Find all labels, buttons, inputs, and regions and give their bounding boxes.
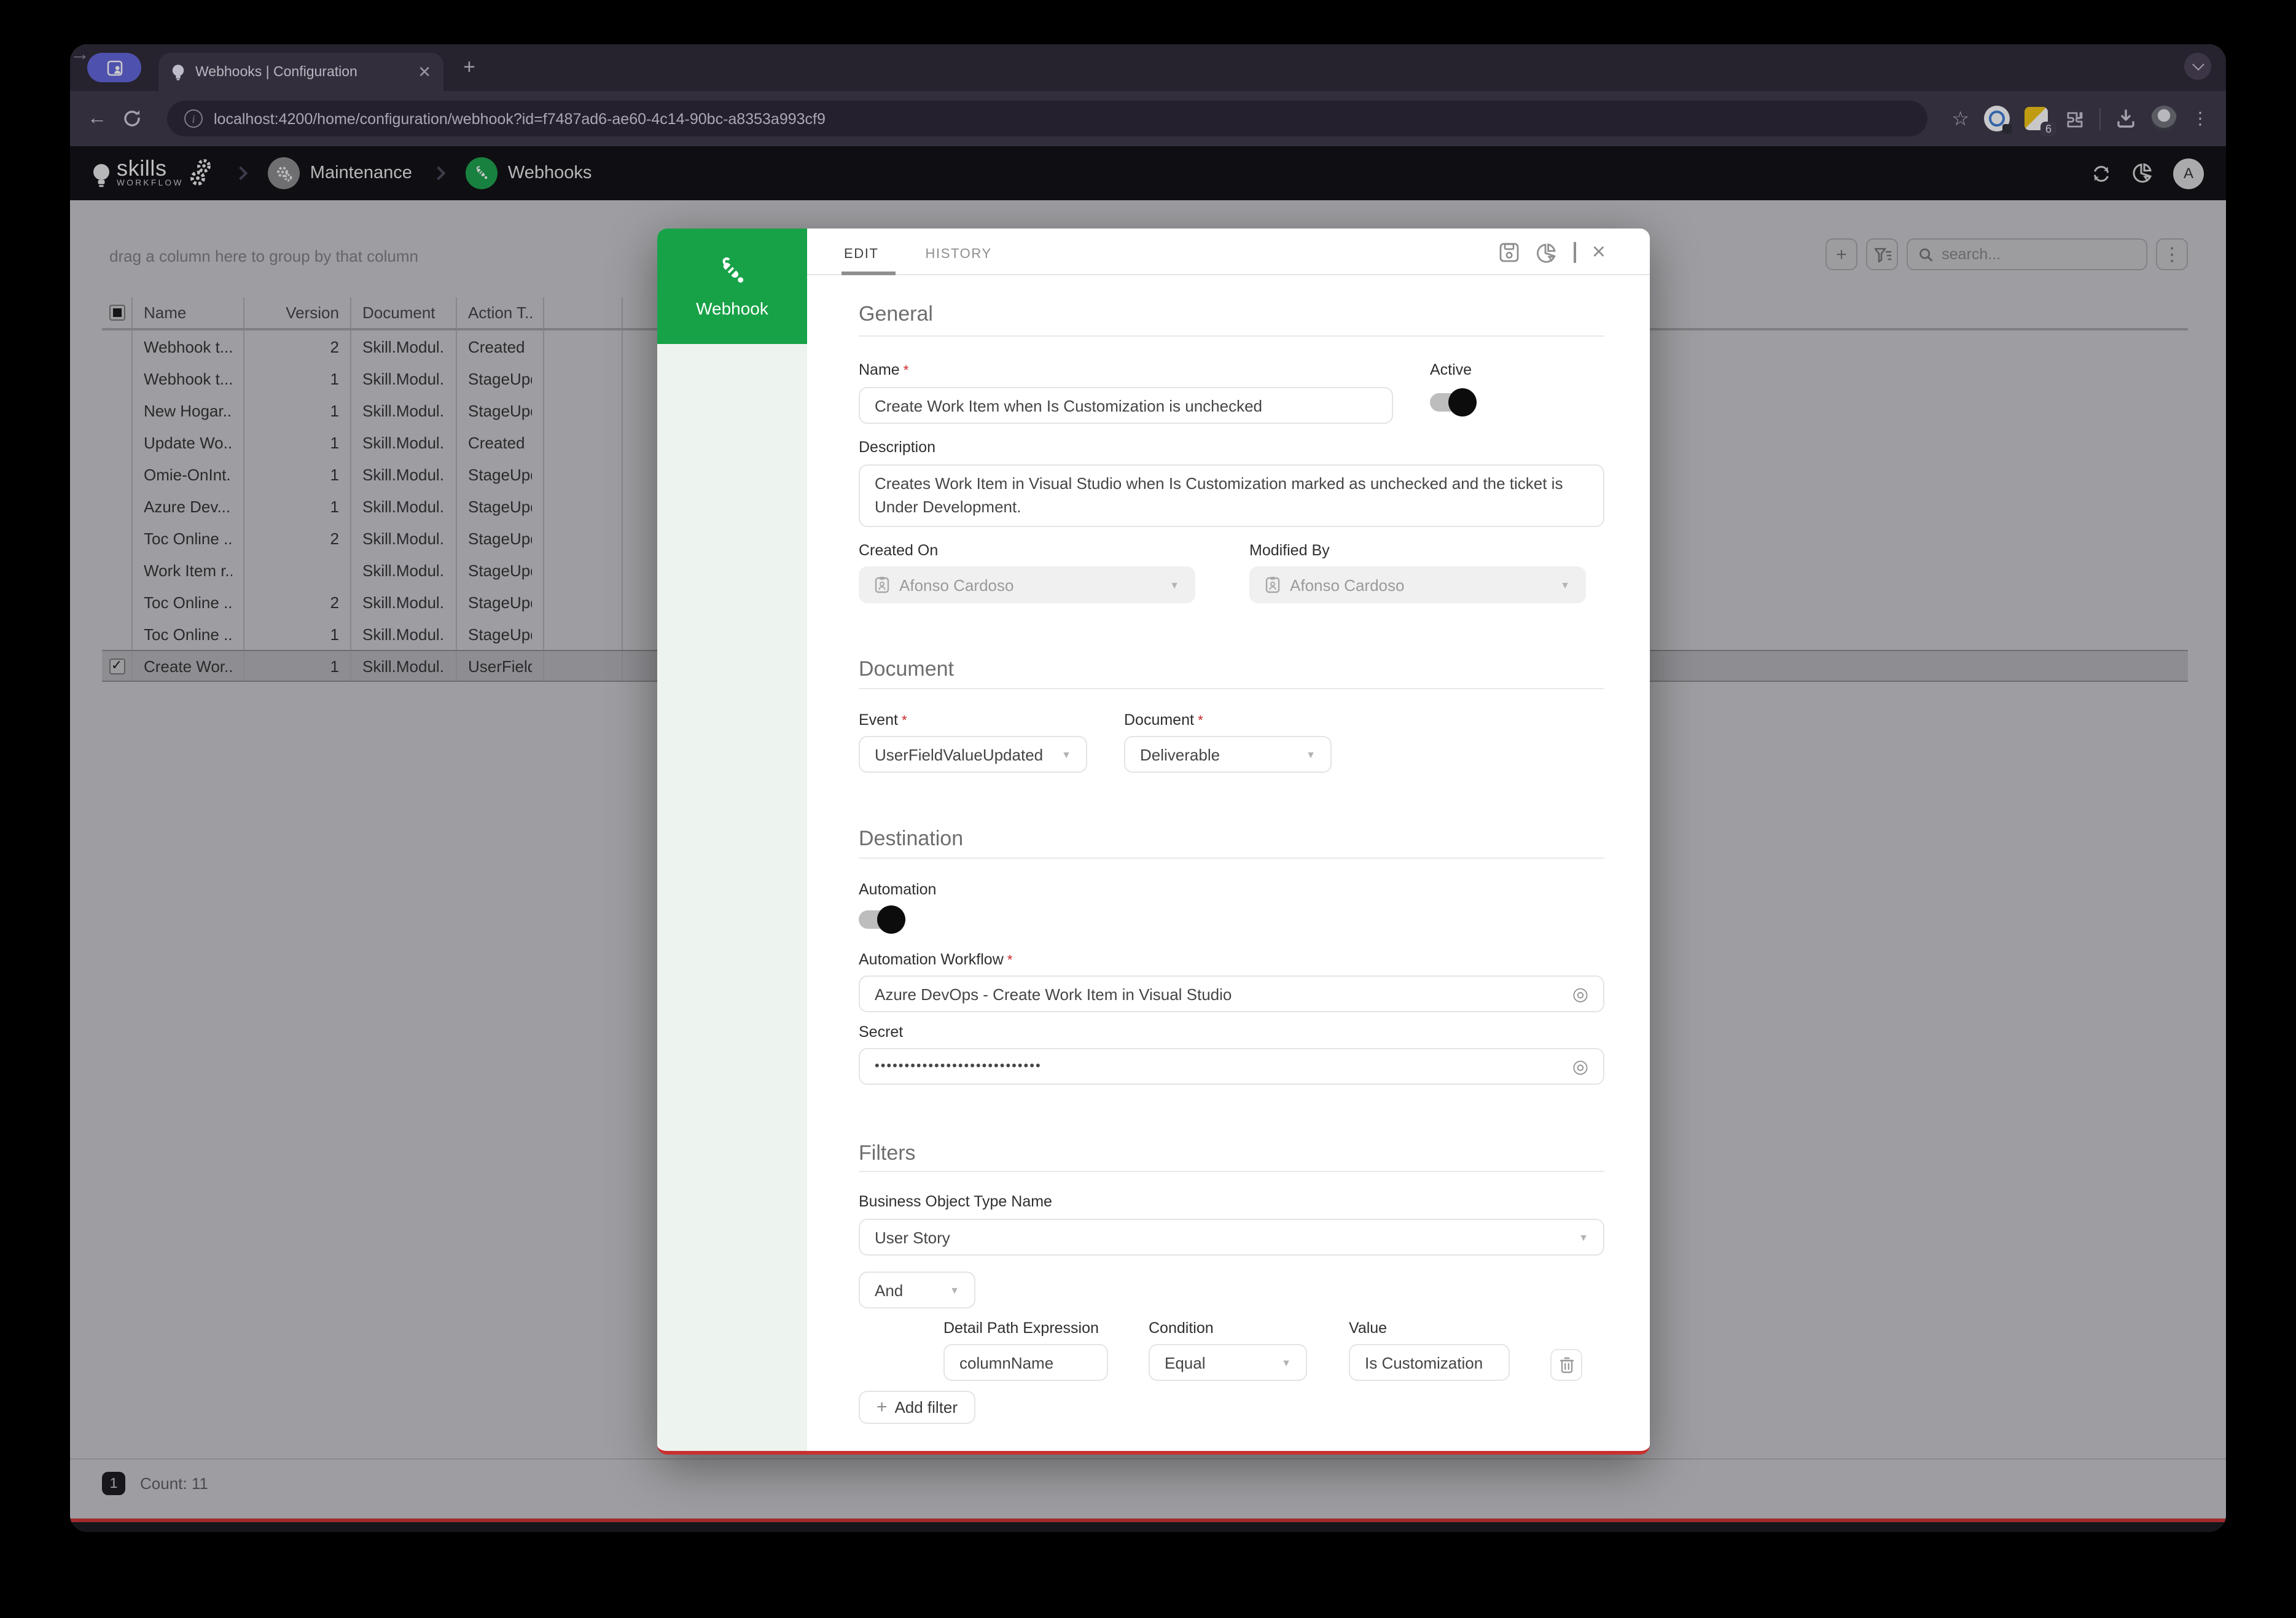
chevron-down-icon: ▼	[1560, 579, 1570, 590]
secret-label: Secret	[859, 1023, 1604, 1041]
person-badge-icon	[1265, 576, 1280, 593]
created-on-label: Created On	[859, 542, 1195, 559]
section-divider	[859, 335, 1604, 337]
panel-header-divider	[1574, 242, 1576, 263]
chevron-down-icon: ▼	[1306, 749, 1316, 760]
modified-by-select: Afonso Cardoso ▼	[1249, 566, 1586, 603]
created-on-select: Afonso Cardoso ▼	[859, 566, 1195, 603]
tab-history[interactable]: HISTORY	[923, 247, 994, 274]
value-label: Value	[1349, 1319, 1510, 1337]
condition-label: Condition	[1149, 1319, 1307, 1337]
automation-label: Automation	[859, 881, 1604, 898]
business-object-type-name-label: Business Object Type Name	[859, 1193, 1604, 1210]
chevron-down-icon: ▼	[1061, 749, 1071, 760]
add-filter-button[interactable]: + Add filter	[859, 1391, 975, 1424]
report-pie-icon[interactable]	[1536, 241, 1558, 264]
section-document-heading: Document	[859, 657, 1604, 682]
chevron-down-icon: ▼	[950, 1284, 959, 1296]
eye-icon[interactable]: ◎	[1572, 985, 1588, 1003]
delete-filter-button[interactable]	[1550, 1349, 1582, 1381]
webhook-icon	[716, 255, 748, 287]
document-select[interactable]: Deliverable ▼	[1124, 736, 1332, 773]
section-divider	[859, 1171, 1604, 1172]
modified-by-label: Modified By	[1249, 542, 1586, 559]
panel-header: EDIT HISTORY	[807, 229, 1650, 275]
close-panel-icon[interactable]: ×	[1592, 241, 1606, 264]
business-object-type-select[interactable]: User Story ▼	[859, 1219, 1604, 1256]
detail-path-expression-label: Detail Path Expression	[943, 1319, 1108, 1337]
browser-window: Webhooks | Configuration ✕ + ← → i local…	[70, 44, 2226, 1532]
condition-select[interactable]: Equal ▼	[1149, 1344, 1307, 1381]
section-divider	[859, 688, 1604, 689]
secret-input[interactable]: •••••••••••••••••••••••••••• ◎	[859, 1048, 1604, 1085]
section-destination-heading: Destination	[859, 827, 1604, 851]
webhook-edit-panel: Webhook EDIT HISTORY	[657, 229, 1650, 1455]
section-filters-heading: Filters	[859, 1141, 1604, 1166]
event-select[interactable]: UserFieldValueUpdated ▼	[859, 736, 1087, 773]
active-toggle[interactable]	[1430, 391, 1475, 414]
event-label: Event	[859, 711, 1087, 729]
automation-workflow-input[interactable]: Azure DevOps - Create Work Item in Visua…	[859, 975, 1604, 1012]
person-badge-icon	[875, 576, 889, 593]
browser-toolbar: ← → i localhost:4200/home/configuration/…	[70, 91, 2226, 146]
automation-workflow-label: Automation Workflow	[859, 951, 1604, 968]
save-icon[interactable]	[1499, 242, 1520, 263]
plus-icon: +	[877, 1397, 888, 1418]
filter-operator-select[interactable]: And ▼	[859, 1272, 975, 1308]
name-label: Name	[859, 361, 1393, 378]
panel-sidebar: Webhook	[657, 229, 807, 1451]
active-label: Active	[1430, 361, 1475, 378]
detail-path-expression-input[interactable]: columnName	[943, 1344, 1108, 1381]
document-label: Document	[1124, 711, 1332, 729]
trash-icon	[1558, 1356, 1574, 1374]
chevron-down-icon: ▼	[1281, 1357, 1291, 1368]
name-input[interactable]: Create Work Item when Is Customization i…	[859, 387, 1393, 424]
section-divider	[859, 858, 1604, 859]
section-general-heading: General	[859, 302, 1604, 327]
eye-icon[interactable]: ◎	[1572, 1057, 1588, 1076]
tab-edit[interactable]: EDIT	[841, 247, 881, 274]
panel-sidebar-title: Webhook	[696, 298, 768, 318]
panel-sidebar-webhook-tile[interactable]: Webhook	[657, 229, 807, 344]
page-content: drag a column here to group by that colu…	[70, 200, 2226, 1522]
description-label: Description	[859, 439, 1604, 456]
chevron-down-icon: ▼	[1169, 579, 1179, 590]
automation-toggle[interactable]	[859, 908, 904, 931]
filter-value-input[interactable]: Is Customization	[1349, 1344, 1510, 1381]
description-input[interactable]: Creates Work Item in Visual Studio when …	[859, 464, 1604, 527]
chevron-down-icon: ▼	[1579, 1232, 1588, 1243]
